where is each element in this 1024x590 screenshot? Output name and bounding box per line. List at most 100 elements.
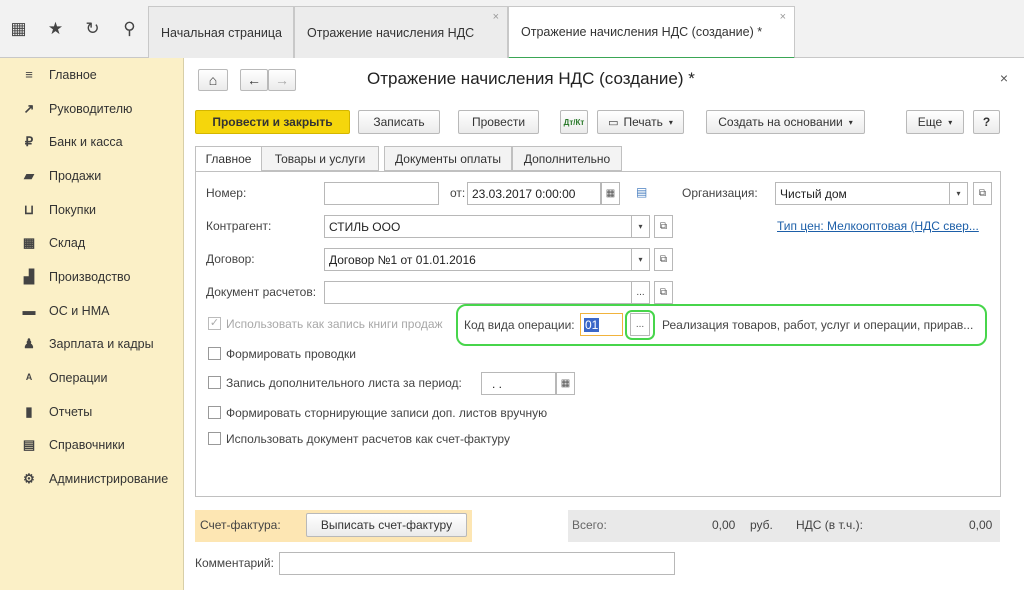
sidebar-item-manager[interactable]: ↗ Руководителю [0,92,183,126]
post-and-close-button[interactable]: Провести и закрыть [195,110,350,134]
extra-sheet-period-input[interactable]: . . [481,372,556,395]
date-input[interactable]: 23.03.2017 0:00:00 [467,182,601,205]
forward-button[interactable]: → [268,69,296,91]
tab-additional[interactable]: Дополнительно [512,146,622,171]
sidebar-item-warehouse[interactable]: ▦ Склад [0,226,183,260]
history-icon[interactable]: ↻ [74,0,111,58]
cart-icon: ⊔ [23,201,35,217]
sidebar-item-label: Банк и касса [49,135,123,150]
operation-code-input[interactable]: 01 [580,313,623,336]
close-icon[interactable]: × [780,11,786,23]
sidebar-item-purchases[interactable]: ⊔ Покупки [0,193,183,227]
home-icon: ⌂ [208,72,218,88]
use-as-book-record-label: Использовать как запись книги продаж [226,317,443,331]
invoice-label: Счет-фактура: [200,518,281,532]
organization-input[interactable]: Чистый дом [775,182,950,205]
totals-bar [568,510,1000,542]
calendar-icon[interactable]: ▦ [601,182,620,205]
top-icons: ▦ ★ ↻ ⚲ [0,0,148,58]
sidebar-item-bank[interactable]: ₽ Банк и касса [0,125,183,159]
tab-label: Отражение начисления НДС (создание) * [521,25,763,39]
star-icon[interactable]: ★ [37,0,74,58]
sidebar-item-label: Производство [49,269,131,284]
tab-goods-services[interactable]: Товары и услуги [261,146,379,171]
dtkt-button[interactable]: Дт/Кт [560,110,588,134]
ellipsis-button[interactable]: ... [632,281,650,304]
settlement-doc-input[interactable] [324,281,632,304]
open-icon[interactable]: ⧉ [654,281,673,304]
tab-label: Отражение начисления НДС [307,25,475,40]
number-label: Номер: [206,186,247,200]
save-button[interactable]: Записать [358,110,440,134]
close-icon[interactable]: × [493,11,499,23]
tab-main[interactable]: Главное [195,146,262,172]
arrow-left-icon: ← [247,72,261,88]
print-button[interactable]: ▭ Печать ▾ [597,110,684,134]
back-button[interactable]: ← [240,69,268,91]
bag-icon: ▰ [24,167,34,183]
calendar-icon[interactable]: ▦ [556,372,575,395]
open-icon[interactable]: ⧉ [654,215,673,238]
document-form: ⌂ ← → Отражение начисления НДС (создание… [184,58,1024,590]
chevron-down-icon[interactable]: ▾ [950,182,968,205]
print-label: Печать [623,115,663,129]
tab-payment-docs[interactable]: Документы оплаты [384,146,512,171]
create-based-on-label: Создать на основании [718,115,843,129]
document-icon[interactable]: ▤ [636,185,647,199]
apps-grid-icon[interactable]: ▦ [0,0,37,58]
debit-credit-icon: Дт/Кт [563,117,585,127]
close-icon[interactable]: × [1000,70,1008,86]
sidebar-item-operations[interactable]: ᴬ Операции [0,361,183,395]
number-input[interactable] [324,182,439,205]
sidebar-item-label: Справочники [49,438,125,453]
ellipsis-button[interactable]: ... [630,313,650,336]
post-button[interactable]: Провести [458,110,539,134]
comment-input[interactable] [279,552,675,575]
settlement-doc-label: Документ расчетов: [206,285,317,299]
truck-icon: ▬ [22,303,36,319]
tab-vat-create[interactable]: Отражение начисления НДС (создание) * × [508,6,795,59]
vat-value: 0,00 [969,518,993,532]
tab-home[interactable]: Начальная страница [148,6,294,58]
issue-invoice-button[interactable]: Выписать счет-фактуру [306,513,467,537]
form-entries-checkbox[interactable] [208,347,221,360]
chevron-down-icon[interactable]: ▾ [632,248,650,271]
sidebar-item-main[interactable]: ≡ Главное [0,58,183,92]
sidebar-item-production[interactable]: ▟ Производство [0,260,183,294]
person-icon: ♟ [23,336,35,352]
sidebar-item-payroll[interactable]: ♟ Зарплата и кадры [0,328,183,362]
home-button[interactable]: ⌂ [198,69,228,91]
extra-sheet-label: Запись дополнительного листа за период: [226,376,462,390]
sidebar-item-reports[interactable]: ▮ Отчеты [0,395,183,429]
search-icon[interactable]: ⚲ [111,0,148,58]
create-based-on-button[interactable]: Создать на основании ▾ [706,110,865,134]
more-button[interactable]: Еще ▾ [906,110,964,134]
sidebar-item-label: Руководителю [49,101,133,116]
counterparty-label: Контрагент: [206,219,272,233]
top-bar: ▦ ★ ↻ ⚲ Начальная страница Отражение нач… [0,0,1024,59]
sidebar-item-references[interactable]: ▤ Справочники [0,429,183,463]
open-icon[interactable]: ⧉ [973,182,992,205]
use-as-book-record-checkbox[interactable]: ✓ [208,317,221,330]
sidebar-item-sales[interactable]: ▰ Продажи [0,159,183,193]
tab-label: Начальная страница [161,25,282,40]
settlement-as-invoice-checkbox[interactable] [208,432,221,445]
sidebar-item-label: Продажи [49,168,102,183]
tab-vat-list[interactable]: Отражение начисления НДС × [294,6,508,58]
price-type-link[interactable]: Тип цен: Мелкооптовая (НДС свер... [777,219,979,233]
sidebar-item-admin[interactable]: ⚙ Администрирование [0,462,183,496]
extra-sheet-checkbox[interactable] [208,376,221,389]
counterparty-input[interactable]: СТИЛЬ ООО [324,215,632,238]
factory-icon: ▟ [24,268,34,284]
help-button[interactable]: ? [973,110,1000,134]
contract-input[interactable]: Договор №1 от 01.01.2016 [324,248,632,271]
menu-icon: ≡ [25,67,33,83]
operation-code-label: Код вида операции: [464,318,575,332]
sidebar-item-fixed-assets[interactable]: ▬ ОС и НМА [0,294,183,328]
sidebar-item-label: Зарплата и кадры [49,337,154,352]
debit-credit-icon: ᴬ [25,370,33,386]
storno-checkbox[interactable] [208,406,221,419]
open-icon[interactable]: ⧉ [654,248,673,271]
comment-label: Комментарий: [195,556,274,570]
chevron-down-icon[interactable]: ▾ [632,215,650,238]
